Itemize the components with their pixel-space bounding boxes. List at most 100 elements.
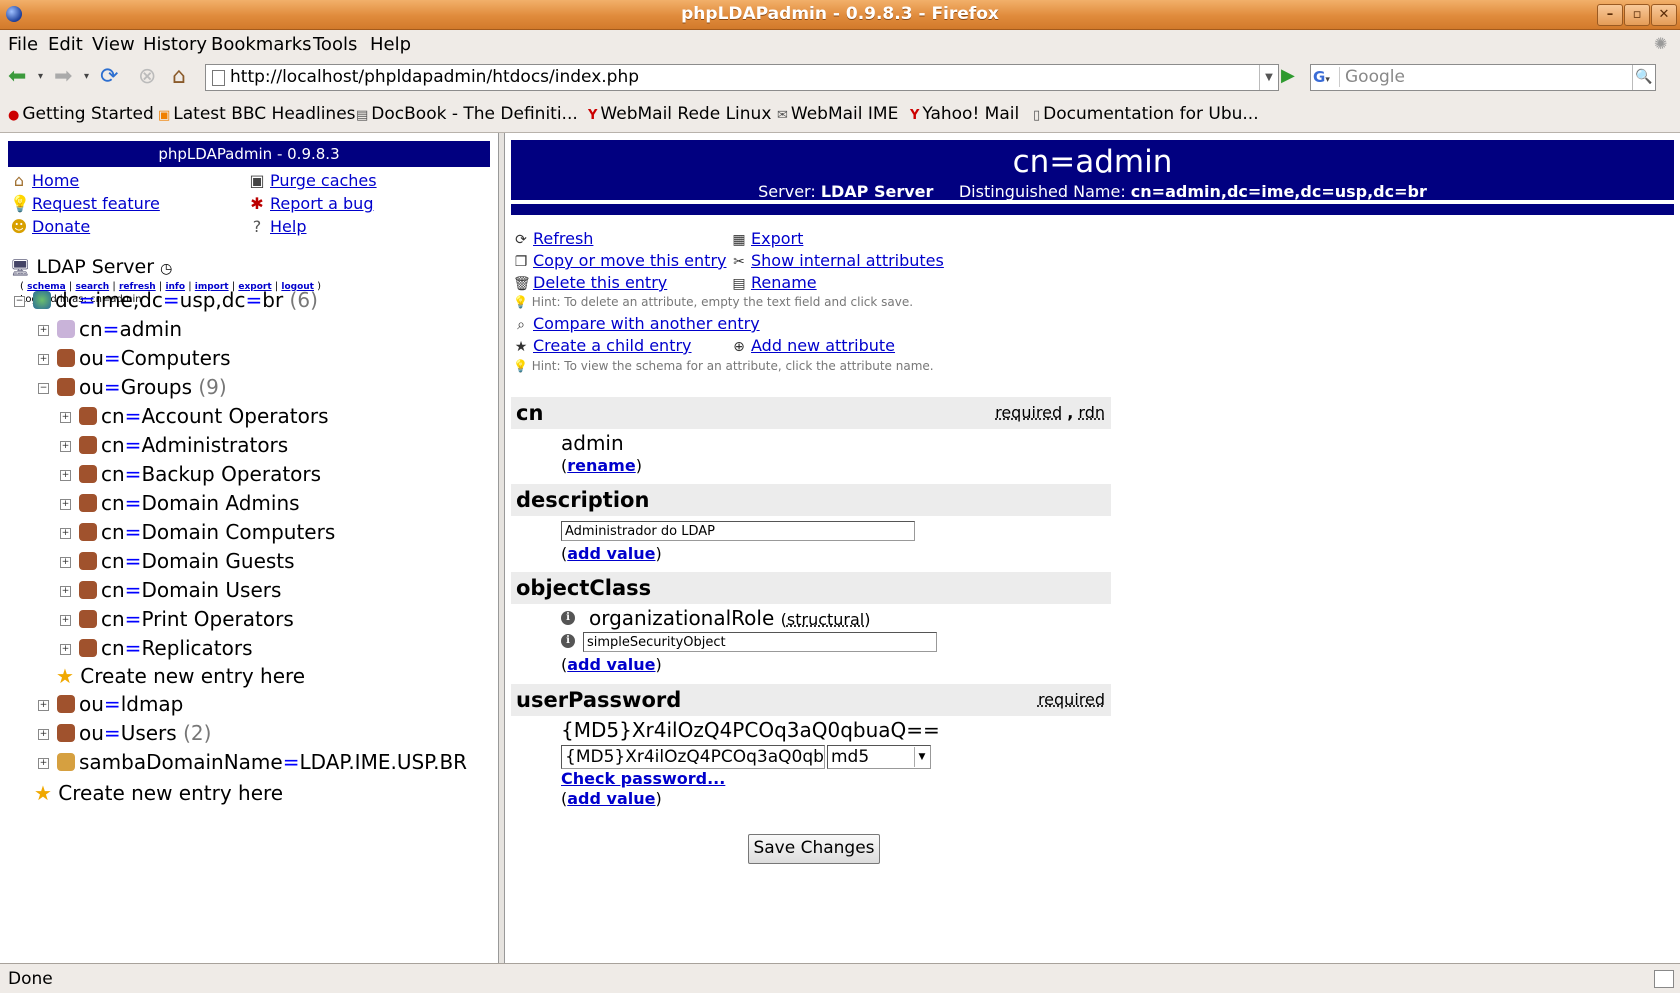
back-dropdown-icon[interactable]: ▾ xyxy=(38,64,43,90)
menu-view[interactable]: View xyxy=(92,34,135,55)
expand-icon[interactable]: + xyxy=(60,557,71,568)
tree-item-users[interactable]: + ou=Users (2) xyxy=(38,721,211,745)
menu-edit[interactable]: Edit xyxy=(48,34,83,55)
attr-name-userpassword[interactable]: userPassword xyxy=(516,688,681,712)
search-input[interactable]: Google xyxy=(1345,67,1405,87)
attr-name-description[interactable]: description xyxy=(516,488,649,512)
bookmark-getting-started[interactable]: ● Getting Started xyxy=(8,104,154,124)
donate-link[interactable]: ☻ Donate xyxy=(10,217,91,236)
rename-link[interactable]: rename xyxy=(567,456,635,475)
description-input[interactable]: Administrador do LDAP xyxy=(561,521,915,541)
objectclass-input[interactable]: simpleSecurityObject xyxy=(583,632,937,652)
menu-bookmarks[interactable]: Bookmarks xyxy=(211,34,312,55)
bookmark-docbook[interactable]: ▤ DocBook - The Definiti... xyxy=(356,104,578,124)
tree-item-group[interactable]: + cn=Replicators xyxy=(60,636,253,660)
help-link[interactable]: ? Help xyxy=(248,217,307,236)
add-attribute-action[interactable]: ⊕ Add new attribute xyxy=(731,336,895,355)
close-button[interactable]: ✕ xyxy=(1651,4,1677,26)
refresh-action[interactable]: ⟳ Refresh xyxy=(513,229,593,248)
tree-item-group[interactable]: + cn=Account Operators xyxy=(60,404,329,428)
menu-help[interactable]: Help xyxy=(370,34,411,55)
reload-icon[interactable]: ⟳ xyxy=(100,64,118,90)
go-icon[interactable]: ▶ xyxy=(1281,65,1303,89)
bookmark-ubuntu-docs[interactable]: ▯ Documentation for Ubu... xyxy=(1033,104,1259,124)
tree-item-group[interactable]: + cn=Backup Operators xyxy=(60,462,321,486)
export-action[interactable]: ▦ Export xyxy=(731,229,803,248)
collapse-icon[interactable]: − xyxy=(14,296,25,307)
attr-name-cn[interactable]: cn xyxy=(516,401,543,425)
password-input[interactable]: {MD5}Xr4ilOzQ4PCOq3aQ0qbuaQ== xyxy=(561,745,825,769)
tree-item-group[interactable]: + cn=Domain Guests xyxy=(60,549,295,573)
collapse-icon[interactable]: − xyxy=(38,383,49,394)
expand-icon[interactable]: + xyxy=(60,528,71,539)
expand-icon[interactable]: + xyxy=(60,412,71,423)
search-bar[interactable]: G▾ Google 🔍 xyxy=(1310,64,1656,91)
create-child-action[interactable]: ★ Create a child entry xyxy=(513,336,692,355)
stop-icon[interactable]: ⊗ xyxy=(138,64,156,90)
tree-item-group[interactable]: + cn=Domain Computers xyxy=(60,520,335,544)
delete-entry-action[interactable]: 🗑 Delete this entry xyxy=(513,273,667,292)
forward-dropdown-icon[interactable]: ▾ xyxy=(84,64,89,90)
bookmark-yahoo-mail[interactable]: Y Yahoo! Mail xyxy=(910,104,1019,124)
tree-item-samba[interactable]: + sambaDomainName=LDAP.IME.USP.BR xyxy=(38,750,467,774)
bookmark-bbc[interactable]: ▣ Latest BBC Headlines xyxy=(158,104,356,124)
expand-icon[interactable]: + xyxy=(38,354,49,365)
tree-item-ldmap[interactable]: + ou=ldmap xyxy=(38,692,183,716)
tree-item-group[interactable]: + cn=Domain Admins xyxy=(60,491,300,515)
expand-icon[interactable]: + xyxy=(38,325,49,336)
purge-caches-link[interactable]: ▣ Purge caches xyxy=(248,171,376,190)
menu-file[interactable]: File xyxy=(8,34,38,55)
menu-history[interactable]: History xyxy=(143,34,207,55)
create-entry-root-link[interactable]: ★ Create new entry here xyxy=(34,781,283,805)
expand-icon[interactable]: + xyxy=(38,758,49,769)
expand-icon[interactable]: + xyxy=(60,441,71,452)
frame-divider[interactable] xyxy=(498,133,505,963)
tree-item-admin[interactable]: + cn=admin xyxy=(38,317,182,341)
forward-icon[interactable]: ➡ xyxy=(54,64,72,90)
expand-icon[interactable]: + xyxy=(60,470,71,481)
back-icon[interactable]: ⬅ xyxy=(8,64,26,90)
info-icon[interactable]: i xyxy=(561,634,575,648)
minimize-button[interactable]: – xyxy=(1597,4,1623,26)
url-bar[interactable]: http://localhost/phpldapadmin/htdocs/ind… xyxy=(205,64,1279,91)
tree-item-group[interactable]: + cn=Domain Users xyxy=(60,578,281,602)
check-password-link[interactable]: Check password... xyxy=(561,769,725,788)
info-icon[interactable]: i xyxy=(561,611,575,625)
bookmark-webmail-rede[interactable]: Y WebMail Rede Linux xyxy=(588,104,771,124)
compare-action[interactable]: ⌕ Compare with another entry xyxy=(513,314,760,333)
maximize-button[interactable]: ▫ xyxy=(1624,4,1650,26)
tree-root[interactable]: − dc=ime,dc=usp,dc=br (6) xyxy=(14,288,318,312)
connection-icon xyxy=(1654,970,1674,988)
bookmark-webmail-ime[interactable]: ✉ WebMail IME xyxy=(777,104,898,124)
save-changes-button[interactable]: Save Changes xyxy=(748,834,880,864)
add-value-link[interactable]: add value xyxy=(567,789,655,808)
expand-icon[interactable]: + xyxy=(38,729,49,740)
create-entry-groups-link[interactable]: ★ Create new entry here xyxy=(56,664,305,688)
copy-move-action[interactable]: ❐ Copy or move this entry xyxy=(513,251,727,270)
report-bug-link[interactable]: ✱ Report a bug xyxy=(248,194,373,213)
tree-item-group[interactable]: + cn=Administrators xyxy=(60,433,288,457)
expand-icon[interactable]: + xyxy=(60,615,71,626)
rename-action[interactable]: ▤ Rename xyxy=(731,273,816,292)
hash-select[interactable]: md5 ▼ xyxy=(827,745,931,769)
home-link[interactable]: ⌂ Home xyxy=(10,171,79,190)
add-value-link[interactable]: add value xyxy=(567,544,655,563)
expand-icon[interactable]: + xyxy=(38,700,49,711)
expand-icon[interactable]: + xyxy=(60,499,71,510)
home-icon[interactable]: ⌂ xyxy=(172,64,186,90)
expand-icon[interactable]: + xyxy=(60,644,71,655)
url-dropdown-icon[interactable]: ▼ xyxy=(1259,65,1278,90)
expand-icon[interactable]: + xyxy=(60,586,71,597)
search-icon[interactable]: 🔍 xyxy=(1632,65,1655,90)
search-engine-icon[interactable]: G▾ xyxy=(1313,67,1340,87)
tree-item-computers[interactable]: + ou=Computers xyxy=(38,346,231,370)
menu-tools[interactable]: Tools xyxy=(313,34,357,55)
request-feature-link[interactable]: 💡 Request feature xyxy=(10,194,160,213)
add-value-link[interactable]: add value xyxy=(567,655,655,674)
tree-item-groups[interactable]: − ou=Groups (9) xyxy=(38,375,227,399)
show-internal-action[interactable]: ✂ Show internal attributes xyxy=(731,251,944,270)
attr-name-objectclass[interactable]: objectClass xyxy=(516,576,651,600)
tree-item-group[interactable]: + cn=Print Operators xyxy=(60,607,294,631)
url-text[interactable]: http://localhost/phpldapadmin/htdocs/ind… xyxy=(230,67,639,87)
server-title[interactable]: 🖥 LDAP Server ◷ xyxy=(10,256,172,278)
